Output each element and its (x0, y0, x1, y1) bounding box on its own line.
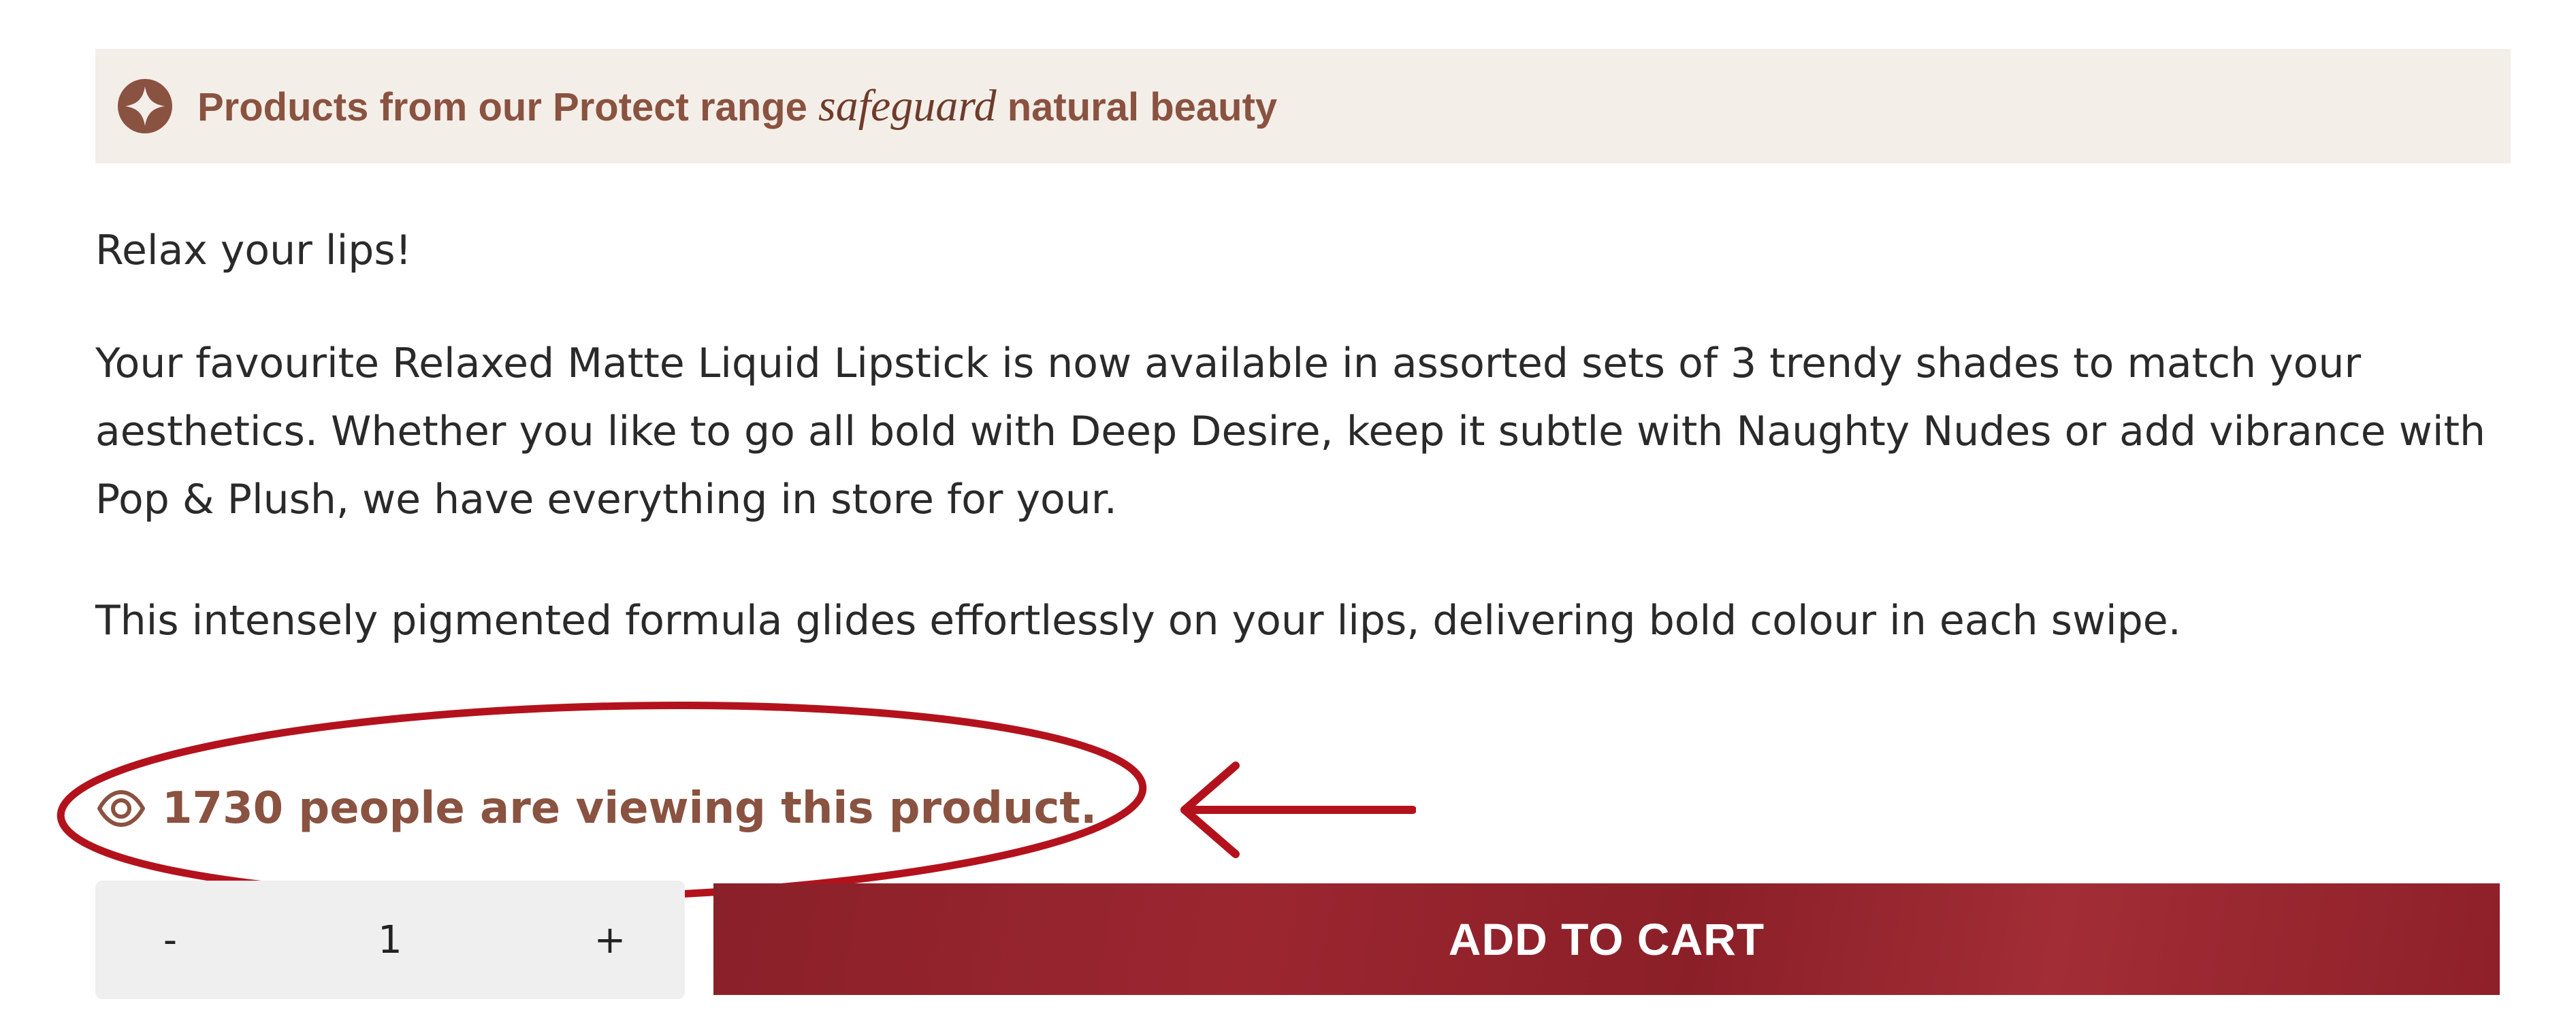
banner-text-before: Products from our Protect range (197, 85, 819, 129)
banner-text-after: natural beauty (996, 85, 1278, 129)
banner-script-word: safeguard (818, 81, 997, 131)
compass-star-icon (117, 78, 173, 134)
description-body: Your favourite Relaxed Matte Liquid Lips… (95, 340, 2486, 523)
range-banner: Products from our Protect range safeguar… (95, 49, 2511, 163)
description-intro: Relax your lips! (95, 227, 412, 274)
quantity-increment-button[interactable]: + (576, 906, 644, 974)
eye-icon (95, 783, 147, 834)
viewers-text: 1730 people are viewing this product. (162, 783, 1097, 834)
quantity-decrement-button[interactable]: - (136, 906, 204, 974)
quantity-stepper: - 1 + (95, 881, 685, 999)
viewers-count: 1730 people are viewing this product. (95, 774, 1097, 843)
description-formula: This intensely pigmented formula glides … (95, 597, 2181, 644)
add-to-cart-button[interactable]: ADD TO CART (713, 883, 2500, 995)
quantity-value[interactable]: 1 (349, 918, 431, 962)
banner-text: Products from our Protect range safeguar… (197, 80, 1277, 132)
annotation-arrow (1180, 762, 1416, 858)
add-to-cart-label: ADD TO CART (1448, 914, 1765, 964)
